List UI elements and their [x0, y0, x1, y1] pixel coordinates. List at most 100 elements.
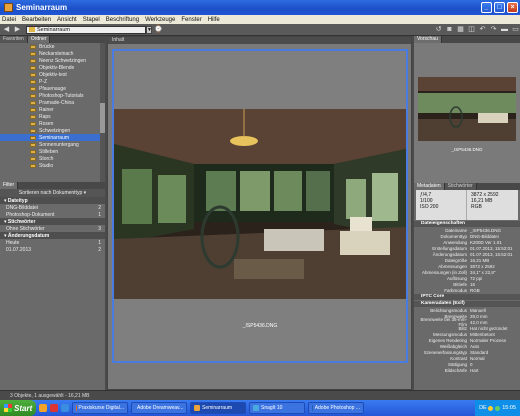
folder-item[interactable]: Rosen	[0, 120, 100, 127]
folder-icon	[30, 156, 36, 161]
path-dropdown-arrow[interactable]: ▼	[146, 25, 152, 34]
folder-item[interactable]: Pramade-China	[0, 99, 100, 106]
app-icon	[253, 405, 259, 411]
sort-dropdown[interactable]: Sortieren nach Dokumenttyp ▾	[0, 189, 105, 197]
taskbar-item-active[interactable]: Seminarraum	[190, 402, 246, 414]
bridge-app-icon	[4, 3, 13, 12]
folder-item[interactable]: Objektiv-test	[0, 71, 100, 78]
tab-preview[interactable]: Vorschau	[414, 36, 442, 43]
tab-favorites[interactable]: Favoriten	[0, 36, 28, 43]
refine-icon[interactable]: ▦	[456, 26, 465, 34]
folder-item[interactable]: Neckarsteinach	[0, 50, 100, 57]
scroll-thumb[interactable]	[100, 103, 105, 133]
menu-view[interactable]: Ansicht	[57, 17, 77, 23]
tab-keywords[interactable]: Stichwörter	[444, 183, 477, 190]
open-in-camera-raw-icon[interactable]: ◫	[467, 26, 476, 34]
meta-row: Sättigung 0	[447, 361, 473, 367]
folder-item-selected[interactable]: Seminarraum	[0, 134, 100, 141]
camera-icon[interactable]: ◙	[445, 26, 454, 34]
filter-row[interactable]: DNG-Bilddatei 2	[0, 204, 105, 211]
path-value: Seminarraum	[37, 26, 71, 33]
folder-item[interactable]: Rainer	[0, 106, 100, 113]
tray-icon[interactable]	[488, 405, 494, 411]
preview-image[interactable]	[418, 77, 516, 141]
content-panel: Inhalt _ISP5436.DNG	[107, 36, 412, 390]
menu-edit[interactable]: Bearbeiten	[22, 17, 51, 23]
folder-icon	[30, 58, 36, 63]
folder-item[interactable]: Brücke	[0, 43, 100, 50]
meta-row: Brennweite bei 35-mm-Film 42,0 mm	[420, 317, 488, 327]
tab-filter[interactable]: Filter	[0, 182, 19, 189]
folder-item[interactable]: P-Z	[0, 78, 100, 85]
language-indicator[interactable]: DE	[479, 405, 487, 411]
folder-item[interactable]: Studio	[0, 162, 100, 169]
preview-panel: _ISP5436.DNG	[414, 43, 520, 183]
filter-category-filetype[interactable]: ▾ Dateityp	[0, 197, 105, 204]
filter-row[interactable]: Ohne Stichwörter 3	[0, 225, 105, 232]
menu-help[interactable]: Hilfe	[208, 17, 220, 23]
taskbar-item[interactable]: Adobe Photoshop ...	[308, 402, 364, 414]
quicklaunch-icon[interactable]	[50, 404, 58, 412]
folder-item[interactable]: Schwetzingen	[0, 127, 100, 134]
meta-row: Dokumenttyp DNG-Bilddatei	[440, 233, 499, 239]
title-bar: Seminarraum _ □ ×	[0, 0, 520, 15]
folder-item[interactable]: Sonnenuntergang	[0, 141, 100, 148]
folders-panel: Favoriten Ordner Brücke Neckarsteinach N…	[0, 36, 105, 182]
menu-stack[interactable]: Stapel	[83, 17, 100, 23]
taskbar-item[interactable]: SnagIt 10	[249, 402, 305, 414]
folder-item[interactable]: Storch	[0, 155, 100, 162]
delete-icon[interactable]: ▬	[500, 26, 509, 34]
taskbar-item[interactable]: Praxiskurse Digital...	[72, 402, 128, 414]
tab-folders[interactable]: Ordner	[27, 36, 51, 43]
filter-row[interactable]: Photoshop-Dokument 1	[0, 211, 105, 218]
rotate-right-icon[interactable]: ↷	[489, 26, 498, 34]
start-button[interactable]: Start	[0, 400, 36, 416]
system-tray: DE 15:05	[475, 400, 520, 416]
folder-item[interactable]: Neenz Schwetzingen	[0, 57, 100, 64]
folder-item[interactable]: Raps	[0, 113, 100, 120]
recent-files-icon[interactable]: ⌚	[154, 26, 163, 34]
menu-file[interactable]: Datei	[2, 17, 16, 23]
rotate-left-icon[interactable]: ↶	[478, 26, 487, 34]
tab-content[interactable]: Inhalt	[108, 37, 411, 44]
boomerang-icon[interactable]: ↺	[434, 26, 443, 34]
quicklaunch-icon[interactable]	[61, 404, 69, 412]
filter-category-date-modified[interactable]: ▾ Änderungsdatum	[0, 232, 105, 239]
windows-flag-icon	[4, 404, 12, 412]
preview-photo	[418, 77, 516, 141]
back-arrow-icon[interactable]: ◀	[2, 26, 11, 34]
menu-tools[interactable]: Werkzeuge	[145, 17, 175, 23]
preview-caption: _ISP5436.DNG	[451, 147, 483, 152]
folder-item[interactable]: Stilleben	[0, 148, 100, 155]
quicklaunch-icon[interactable]	[39, 404, 47, 412]
status-text: 3 Objekte, 1 ausgewählt - 16,21 MB	[10, 392, 90, 399]
tab-metadata[interactable]: Metadaten	[414, 183, 445, 190]
meta-row: Eigenes Rendering Normaler Prozess	[428, 337, 507, 343]
right-panels: Vorschau _ISP5436.DNG Metadaten Stichwör…	[414, 36, 520, 390]
filter-category-keywords[interactable]: ▾ Stichwörter	[0, 218, 105, 225]
folder-icon	[30, 79, 36, 84]
tray-icon[interactable]	[495, 405, 501, 411]
minimize-button[interactable]: _	[481, 2, 492, 13]
folder-item[interactable]: Objektiv-Blende	[0, 64, 100, 71]
bridge-window: Seminarraum _ □ × Datei Bearbeiten Ansic…	[0, 0, 520, 416]
thumbnail-cell-selected[interactable]: _ISP5436.DNG	[112, 49, 408, 363]
filter-row[interactable]: Heute 1	[0, 239, 105, 246]
forward-arrow-icon[interactable]: ▶	[13, 26, 22, 34]
menu-window[interactable]: Fenster	[181, 17, 201, 23]
new-folder-icon[interactable]: ▭	[511, 26, 520, 34]
menu-label[interactable]: Beschriftung	[106, 17, 139, 23]
thumbnail-caption: _ISP5436.DNG	[242, 323, 278, 329]
filter-row[interactable]: 01.07.2013 2	[0, 246, 105, 253]
folder-item[interactable]: Pfauenauge	[0, 85, 100, 92]
folders-scrollbar[interactable]	[100, 43, 105, 182]
maximize-button[interactable]: □	[494, 2, 505, 13]
close-button[interactable]: ×	[507, 2, 518, 13]
folder-item[interactable]: Photoshop-Tutorials	[0, 92, 100, 99]
folder-icon	[30, 93, 36, 98]
room-photo-thumbnail[interactable]	[114, 109, 406, 299]
filter-panel: Filter Sortieren nach Dokumenttyp ▾ ▾ Da…	[0, 182, 105, 390]
taskbar-item[interactable]: Adobe Dreamweav...	[131, 402, 187, 414]
path-field[interactable]: Seminarraum	[26, 25, 146, 34]
meta-section-iptc-core[interactable]: IPTC Core	[414, 294, 520, 300]
